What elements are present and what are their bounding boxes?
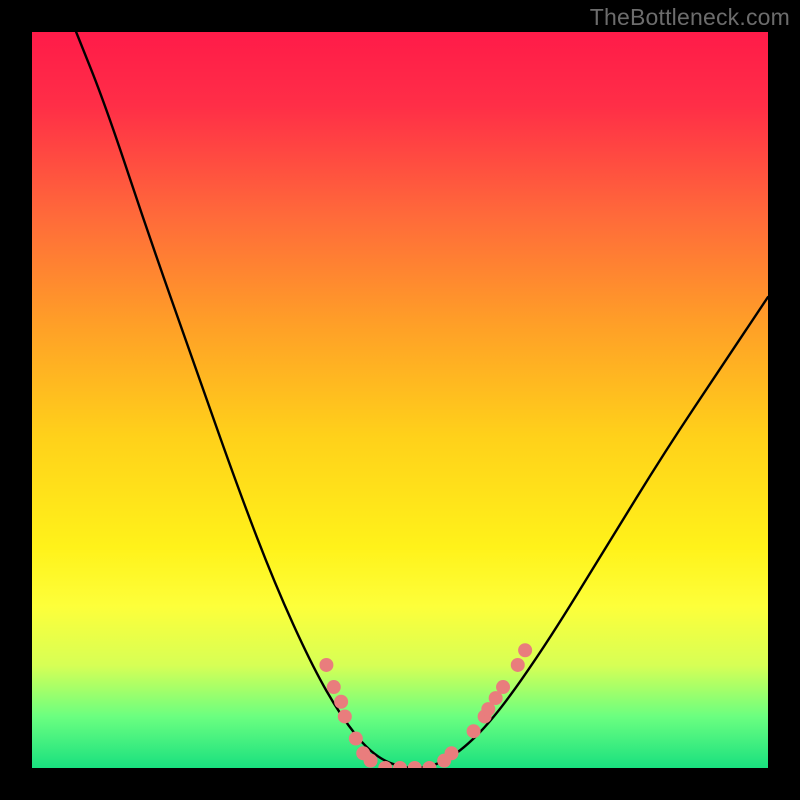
- bottleneck-curve: [76, 32, 768, 768]
- chart-stage: TheBottleneck.com: [0, 0, 800, 800]
- data-point: [327, 680, 341, 694]
- data-point: [338, 709, 352, 723]
- data-point: [319, 658, 333, 672]
- data-point: [422, 761, 436, 768]
- data-point: [511, 658, 525, 672]
- data-point: [334, 695, 348, 709]
- data-point: [364, 754, 378, 768]
- chart-curve-layer: [32, 32, 768, 768]
- data-point: [496, 680, 510, 694]
- watermark-text: TheBottleneck.com: [590, 4, 790, 31]
- plot-area: [32, 32, 768, 768]
- data-point: [393, 761, 407, 768]
- data-point: [408, 761, 422, 768]
- data-point: [349, 732, 363, 746]
- data-point: [518, 643, 532, 657]
- data-points: [319, 643, 532, 768]
- data-point: [445, 746, 459, 760]
- data-point: [467, 724, 481, 738]
